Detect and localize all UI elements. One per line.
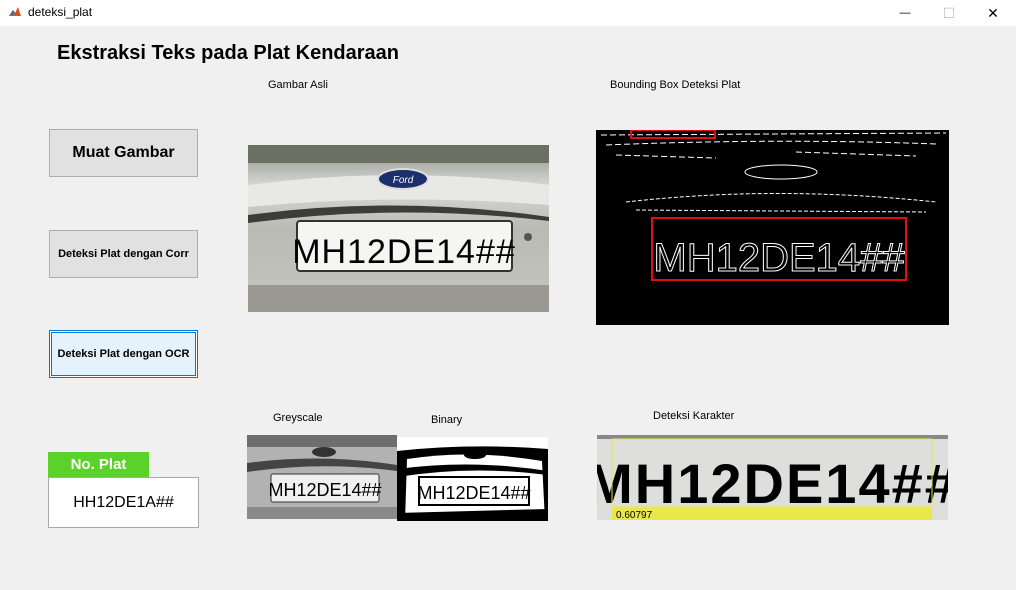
detect-corr-button[interactable]: Deteksi Plat dengan Corr bbox=[49, 230, 198, 278]
plate-number-badge: No. Plat bbox=[48, 452, 149, 477]
greyscale-image-label: Greyscale bbox=[273, 412, 323, 424]
window-titlebar: deteksi_plat — ☐ ✕ bbox=[0, 0, 1016, 26]
plate-number-field: HH12DE1A## bbox=[48, 477, 199, 528]
maximize-icon: ☐ bbox=[942, 4, 956, 21]
binary-image: MH12DE14## bbox=[397, 437, 548, 521]
original-image: Ford MH12DE14## bbox=[248, 145, 549, 312]
greyscale-image: MH12DE14## bbox=[247, 435, 397, 519]
window-title: deteksi_plat bbox=[28, 5, 93, 19]
ford-badge-text: Ford bbox=[393, 175, 414, 186]
matlab-icon bbox=[8, 5, 22, 19]
grey-plate-text: MH12DE14## bbox=[268, 480, 381, 500]
detect-ocr-button[interactable]: Deteksi Plat dengan OCR bbox=[49, 330, 198, 378]
bbox-image-label: Bounding Box Deteksi Plat bbox=[610, 79, 741, 91]
load-image-button[interactable]: Muat Gambar bbox=[49, 129, 198, 177]
ocr-confidence-text: 0.60797 bbox=[616, 510, 653, 520]
char-detect-image: MH12DE14## 0.60797 bbox=[597, 435, 948, 520]
binary-image-label: Binary bbox=[431, 414, 463, 426]
original-plate-text: MH12DE14## bbox=[292, 233, 516, 271]
minimize-button[interactable]: — bbox=[882, 0, 928, 26]
char-detect-label: Deteksi Karakter bbox=[653, 410, 735, 422]
bbox-plate-text: MH12DE14## bbox=[653, 236, 905, 280]
close-button[interactable]: ✕ bbox=[970, 0, 1016, 26]
page-title: Ekstraksi Teks pada Plat Kendaraan bbox=[57, 42, 400, 64]
minimize-icon: — bbox=[899, 7, 911, 19]
binary-plate-text: MH12DE14## bbox=[417, 483, 530, 503]
original-image-label: Gambar Asli bbox=[268, 79, 328, 91]
ocr-plate-text: MH12DE14## bbox=[597, 452, 948, 515]
bbox-image: MH12DE14## bbox=[596, 130, 949, 325]
close-icon: ✕ bbox=[987, 4, 999, 21]
maximize-button[interactable]: ☐ bbox=[926, 0, 972, 26]
